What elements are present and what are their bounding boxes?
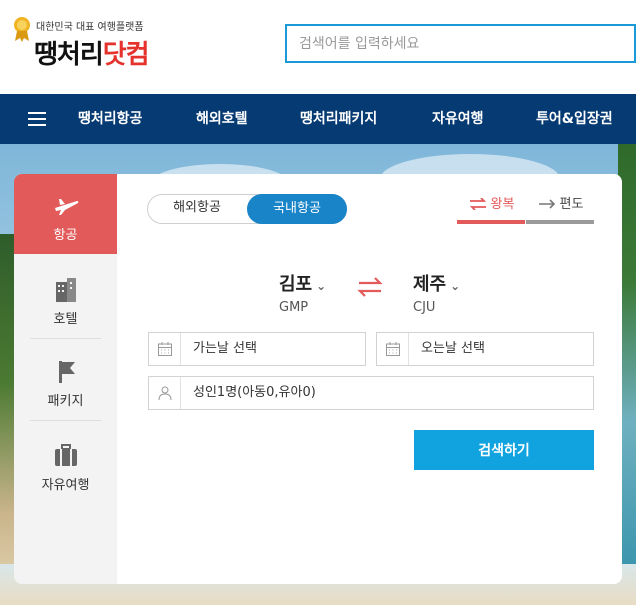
site-search-input[interactable] [287,26,634,61]
sidebar-item-label: 자유여행 [41,478,90,493]
passenger-field[interactable]: 성인1명(아동0,유아0) [148,376,594,410]
tab-one-way-label: 편도 [559,197,584,212]
swap-cities-icon[interactable] [356,276,384,298]
tab-round-trip[interactable]: 왕복 [457,192,525,224]
logo-wordmark: 땡처리닷컴 [34,34,150,71]
depart-date-label: 가는날 선택 [193,341,257,356]
sidebar-item-flights[interactable]: 항공 [14,174,125,254]
logo-wordmark-part2: 닷컴 [102,40,150,70]
search-flights-button[interactable]: 검색하기 [414,430,594,470]
flight-search-form: 해외항공 국내항공 왕복 편도 김포 ⌄ GMP 제주 ⌄ CJU 가는날 선택… [117,174,622,584]
tab-international-flights[interactable]: 해외항공 [147,194,247,224]
booking-panel: 항공 호텔 패키지 자유여행 해외항공 국내항공 왕복 편도 김포 ⌄ GMP … [14,174,622,584]
nav-item-free-travel[interactable]: 자유여행 [432,94,484,144]
return-date-label: 오는날 선택 [421,341,485,356]
logo-wordmark-part1: 땡처리 [34,40,104,70]
suitcase-icon [54,444,77,466]
origin-airport-code: GMP [279,300,309,315]
destination-city-name: 제주 [413,274,447,295]
site-header: 대한민국 대표 여행플랫폼 땡처리닷컴 [0,0,636,94]
depart-date-field[interactable]: 가는날 선택 [148,332,366,366]
origin-city-name: 김포 [279,274,313,295]
nav-item-packages[interactable]: 땡처리패키지 [300,94,377,144]
sidebar-item-free-travel[interactable]: 자유여행 [14,424,117,504]
chevron-down-icon: ⌄ [316,279,327,293]
tab-domestic-flights[interactable]: 국내항공 [247,194,347,224]
sidebar-item-hotels[interactable]: 호텔 [14,258,117,338]
passenger-label: 성인1명(아동0,유아0) [193,385,316,400]
one-way-arrow-icon [538,199,555,209]
round-trip-icon [469,197,486,211]
sidebar-item-label: 항공 [53,228,78,243]
category-sidebar: 항공 호텔 패키지 자유여행 [14,174,125,584]
flight-region-toggle: 해외항공 국내항공 [147,194,347,224]
sidebar-item-label: 호텔 [53,312,78,327]
flag-icon [58,361,75,383]
hotel-building-icon [55,278,76,302]
return-date-field[interactable]: 오는날 선택 [376,332,594,366]
tab-one-way[interactable]: 편도 [526,192,594,224]
trip-type-tabs: 왕복 편도 [457,192,594,224]
tab-round-trip-label: 왕복 [490,197,515,212]
sidebar-item-label: 패키지 [47,394,84,409]
nav-item-flights[interactable]: 땡처리항공 [78,94,142,144]
medal-icon [14,17,30,42]
site-logo[interactable]: 대한민국 대표 여행플랫폼 땡처리닷컴 [12,14,182,80]
destination-airport-code: CJU [413,300,436,315]
site-search-box[interactable] [285,24,636,63]
calendar-icon [157,342,172,356]
chevron-down-icon: ⌄ [450,279,461,293]
destination-city-selector[interactable]: 제주 ⌄ CJU [413,270,460,315]
sidebar-item-packages[interactable]: 패키지 [14,340,117,420]
main-nav: 땡처리항공 해외호텔 땡처리패키지 자유여행 투어&입장권 [0,94,636,144]
person-icon [158,386,171,401]
origin-city-selector[interactable]: 김포 ⌄ GMP [279,270,326,315]
nav-item-tours-tickets[interactable]: 투어&입장권 [536,94,613,144]
calendar-icon [385,342,400,356]
nav-item-hotels[interactable]: 해외호텔 [196,94,248,144]
logo-tagline: 대한민국 대표 여행플랫폼 [36,22,144,33]
airplane-icon [54,199,78,215]
hamburger-menu-icon[interactable] [28,112,46,126]
